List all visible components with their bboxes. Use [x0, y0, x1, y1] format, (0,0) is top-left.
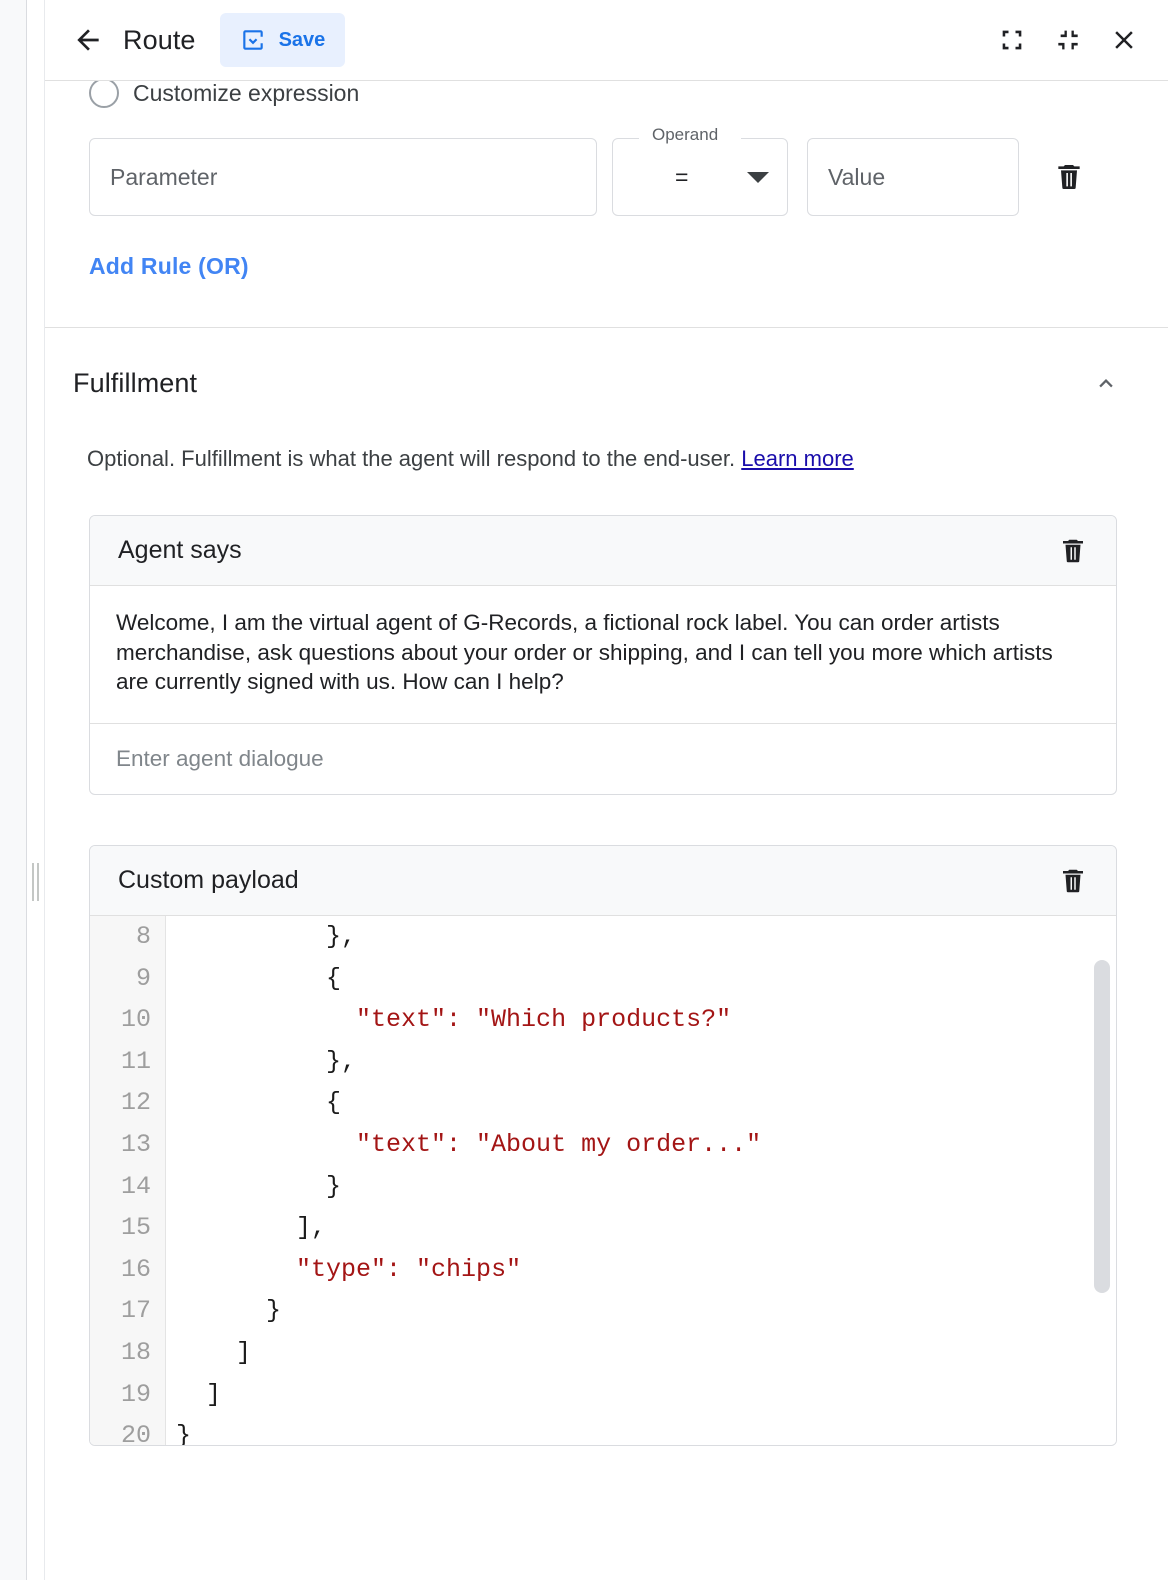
editor-line-number: 14: [90, 1166, 165, 1208]
fullscreen-collapse-icon[interactable]: [1046, 18, 1090, 62]
panel-header: Route Save: [45, 0, 1168, 81]
fulfillment-description-text: Optional. Fulfillment is what the agent …: [87, 446, 741, 471]
radio-icon[interactable]: [89, 78, 119, 108]
editor-line-number: 15: [90, 1207, 165, 1249]
editor-line-number: 18: [90, 1332, 165, 1374]
custom-payload-card-header: Custom payload: [90, 846, 1116, 916]
route-panel: Route Save: [0, 0, 1168, 1580]
editor-line: ]: [166, 1374, 1116, 1416]
learn-more-link[interactable]: Learn more: [741, 446, 854, 471]
editor-line: ],: [166, 1207, 1116, 1249]
parameter-placeholder: Parameter: [110, 164, 217, 191]
editor-vertical-scrollbar[interactable]: [1094, 960, 1110, 1293]
editor-line: }: [166, 1290, 1116, 1332]
editor-line: {: [166, 958, 1116, 1000]
value-placeholder: Value: [828, 164, 885, 191]
operand-select[interactable]: = Operand: [612, 138, 788, 216]
save-icon: [240, 27, 266, 53]
delete-agent-says-button[interactable]: [1048, 526, 1098, 576]
fulfillment-description: Optional. Fulfillment is what the agent …: [45, 446, 854, 472]
agent-dialogue-text[interactable]: Welcome, I am the virtual agent of G-Rec…: [90, 586, 1116, 724]
editor-line: "text": "About my order...": [166, 1124, 1116, 1166]
chevron-up-icon[interactable]: [1086, 363, 1126, 403]
chevron-down-icon[interactable]: [747, 172, 769, 183]
agent-dialogue-input[interactable]: Enter agent dialogue: [90, 724, 1116, 794]
parameter-input[interactable]: Parameter: [89, 138, 597, 216]
delete-rule-button[interactable]: [1041, 138, 1097, 216]
section-divider: [45, 327, 1168, 328]
operand-value: =: [675, 164, 688, 191]
panel-left-border: [26, 0, 27, 1580]
editor-line: {: [166, 1082, 1116, 1124]
custom-payload-card: Custom payload 891011121314151617181920 …: [89, 845, 1117, 1446]
close-icon[interactable]: [1102, 18, 1146, 62]
fulfillment-title: Fulfillment: [73, 368, 197, 399]
editor-line: },: [166, 916, 1116, 958]
editor-line: ]: [166, 1332, 1116, 1374]
add-rule-button[interactable]: Add Rule (OR): [45, 253, 249, 280]
editor-line: },: [166, 1041, 1116, 1083]
trash-icon: [1058, 536, 1088, 566]
editor-line: }: [166, 1166, 1116, 1208]
left-gutter: [0, 0, 26, 1580]
value-input[interactable]: Value: [807, 138, 1019, 216]
editor-line-number: 20: [90, 1415, 165, 1445]
editor-line: }: [166, 1415, 1116, 1445]
delete-custom-payload-button[interactable]: [1048, 856, 1098, 906]
customize-expression-label: Customize expression: [133, 80, 359, 107]
custom-payload-title: Custom payload: [118, 866, 299, 895]
grip-line: [32, 863, 34, 901]
editor-line: "text": "Which products?": [166, 999, 1116, 1041]
custom-payload-editor[interactable]: 891011121314151617181920 }, { "text": "W…: [90, 916, 1116, 1445]
save-button-label: Save: [279, 29, 326, 52]
trash-icon: [1053, 161, 1085, 193]
save-button[interactable]: Save: [220, 13, 346, 67]
editor-line-number: 19: [90, 1374, 165, 1416]
agent-says-title: Agent says: [118, 536, 242, 565]
trash-icon: [1058, 866, 1088, 896]
editor-line-number: 16: [90, 1249, 165, 1291]
panel-resize-handle[interactable]: [29, 862, 41, 902]
condition-rule-row: Parameter = Operand Value: [45, 138, 1168, 216]
editor-line-number: 17: [90, 1290, 165, 1332]
grip-line: [37, 863, 39, 901]
fullscreen-expand-icon[interactable]: [990, 18, 1034, 62]
editor-line-numbers: 891011121314151617181920: [90, 916, 166, 1445]
editor-line-number: 11: [90, 1041, 165, 1083]
arrow-left-icon[interactable]: [71, 23, 105, 57]
editor-line: "type": "chips": [166, 1249, 1116, 1291]
operand-select-box[interactable]: =: [612, 138, 788, 216]
operand-label: Operand: [648, 125, 722, 145]
fulfillment-header: Fulfillment: [45, 363, 1168, 403]
editor-line-number: 9: [90, 958, 165, 1000]
agent-says-card-header: Agent says: [90, 516, 1116, 586]
editor-line-number: 13: [90, 1124, 165, 1166]
page-title: Route: [123, 25, 196, 56]
editor-code-area[interactable]: }, { "text": "Which products?" }, { "tex…: [166, 916, 1116, 1445]
route-content: Route Save: [45, 0, 1168, 1580]
editor-line-number: 8: [90, 916, 165, 958]
agent-says-card: Agent says Welcome, I am the virtual age…: [89, 515, 1117, 795]
editor-line-number: 12: [90, 1082, 165, 1124]
editor-line-number: 10: [90, 999, 165, 1041]
